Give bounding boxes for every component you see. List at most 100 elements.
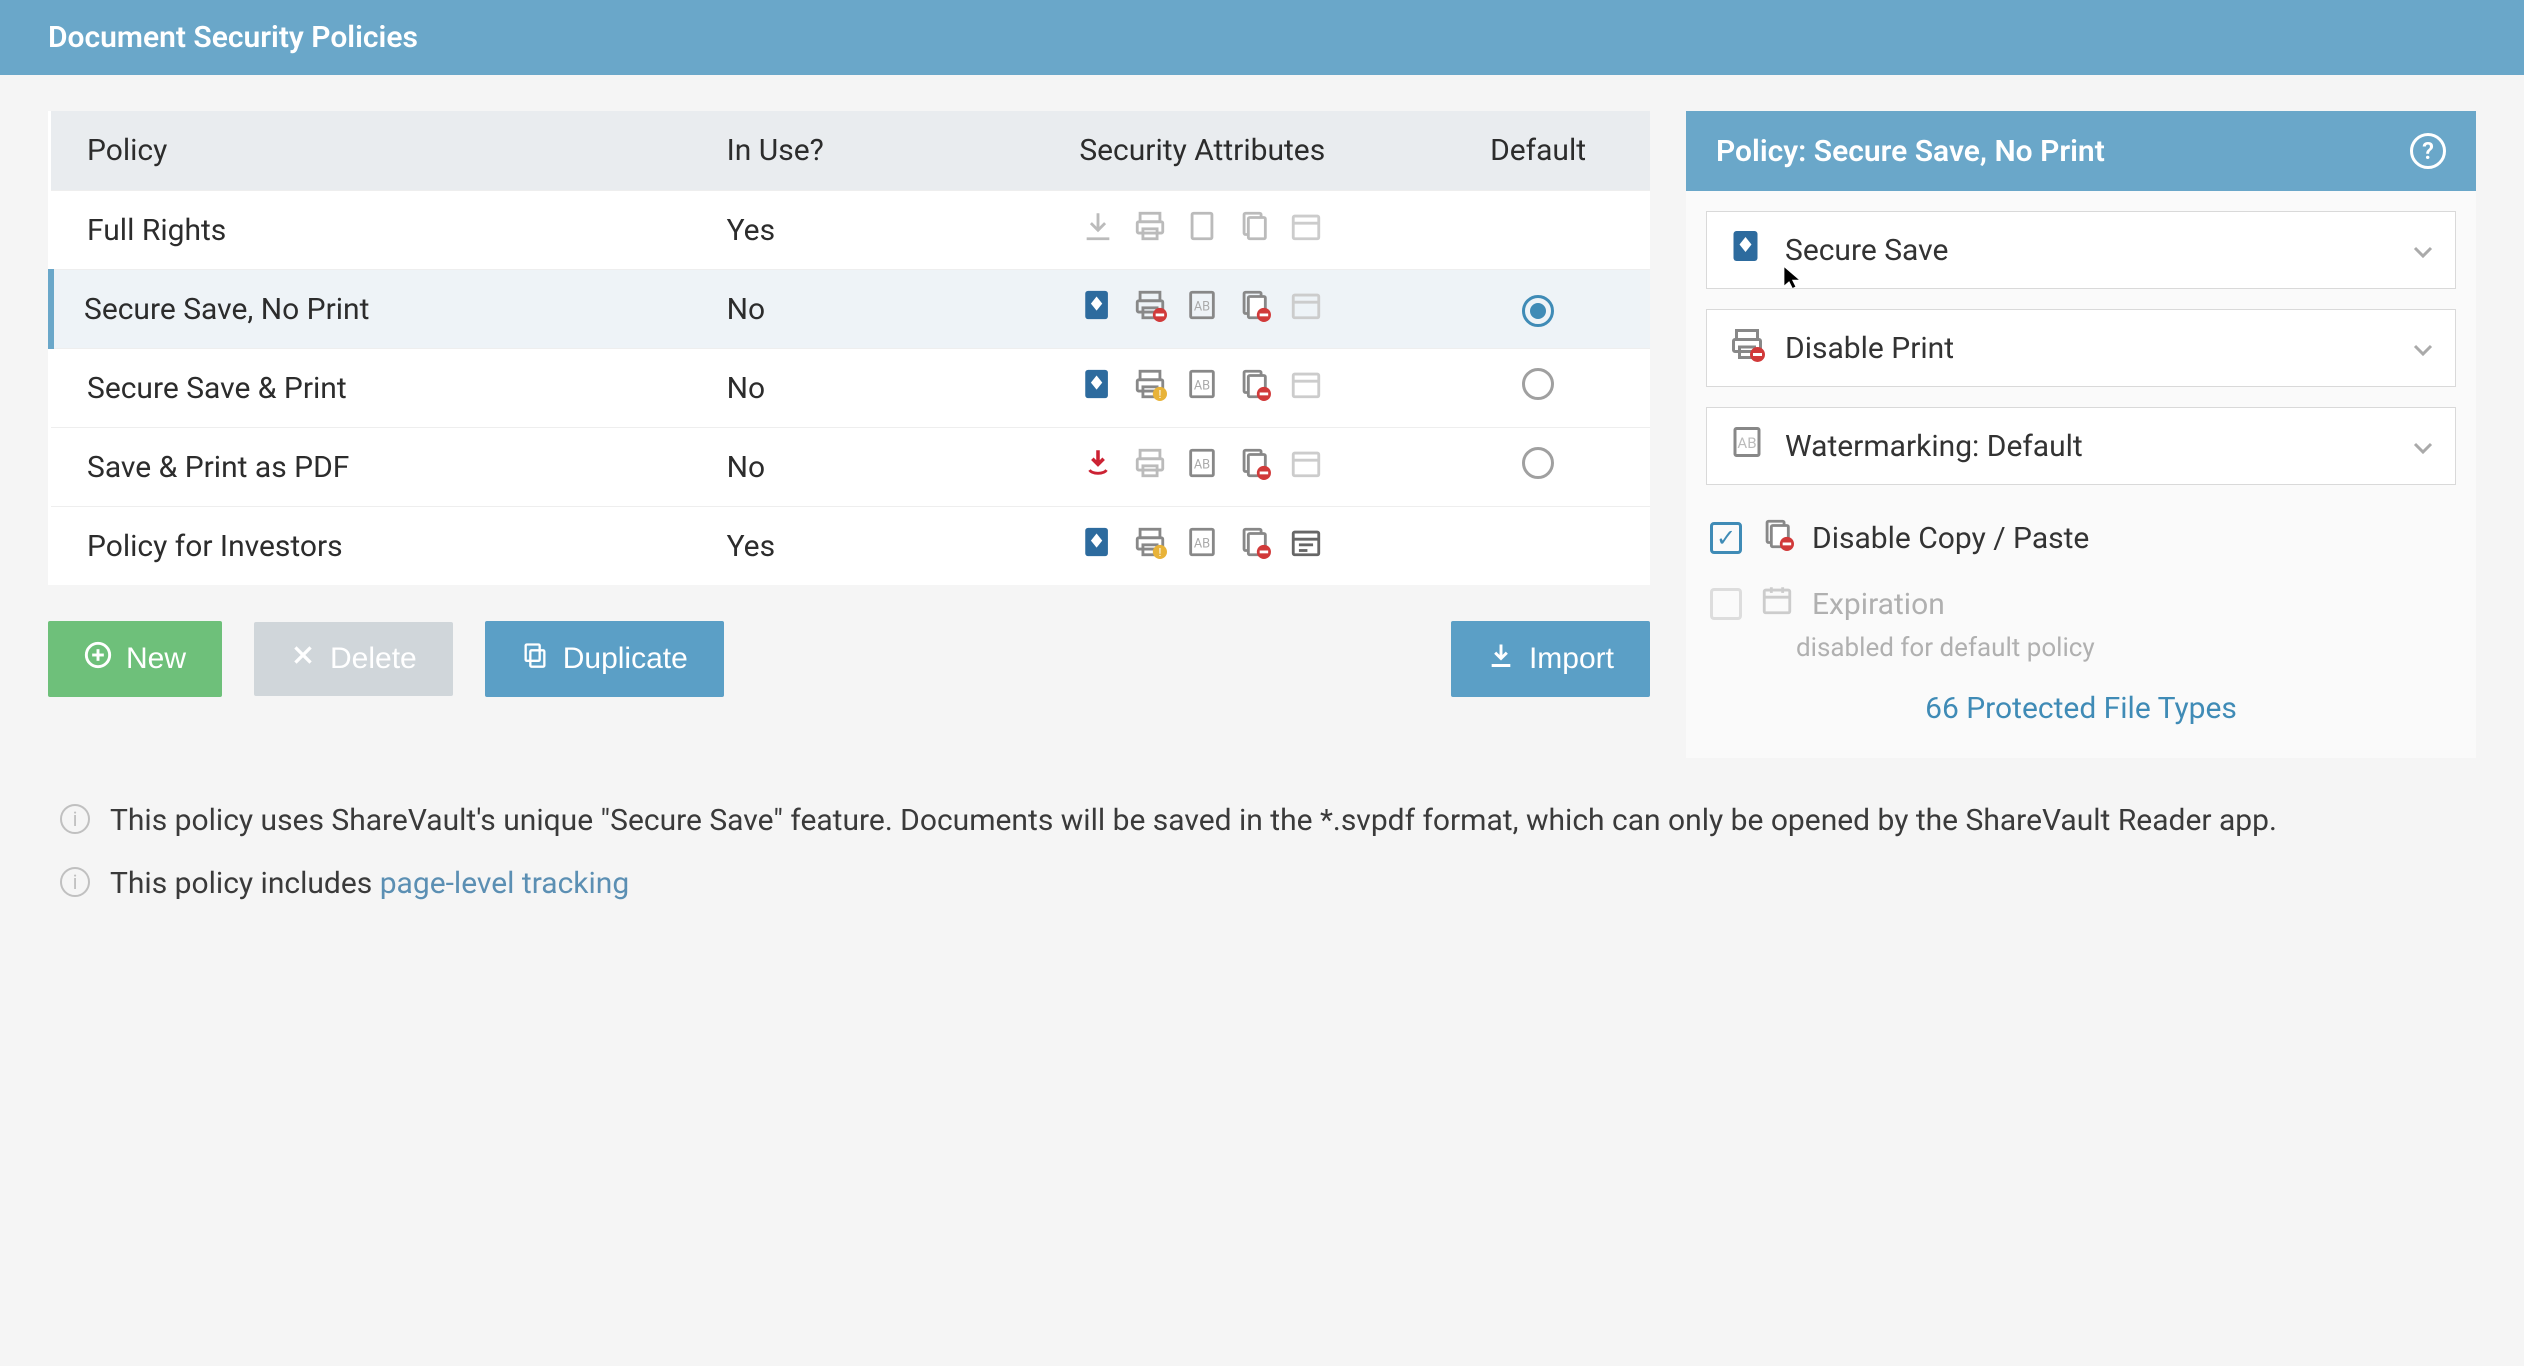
detail-header: Policy: Secure Save, No Print ? <box>1686 111 2476 191</box>
policy-name-cell: Save & Print as PDF <box>51 428 691 507</box>
expiration-label: Expiration <box>1812 587 1945 622</box>
table-row[interactable]: Secure Save, No PrintNo AB <box>51 270 1650 349</box>
chevron-down-icon <box>2413 233 2433 268</box>
radio-selected-icon[interactable] <box>1522 295 1554 327</box>
default-cell[interactable] <box>1426 428 1650 507</box>
copy-disabled-icon <box>1237 525 1271 567</box>
inuse-cell: No <box>691 428 979 507</box>
security-attr-cell <box>978 191 1426 270</box>
import-button[interactable]: Import <box>1451 621 1650 697</box>
delete-button[interactable]: Delete <box>254 622 453 696</box>
default-cell[interactable] <box>1426 507 1650 586</box>
default-cell[interactable] <box>1426 270 1650 349</box>
secure-save-icon <box>1729 228 1765 272</box>
info-icon: i <box>60 867 90 897</box>
new-button-label: New <box>126 642 186 676</box>
print-warn-icon: ! <box>1133 367 1167 409</box>
security-attr-cell: ! AB <box>978 349 1426 428</box>
col-header-attr: Security Attributes <box>978 111 1426 191</box>
svg-text:!: ! <box>1159 545 1162 559</box>
checkbox-checked-icon[interactable]: ✓ <box>1710 522 1742 554</box>
disable-copy-paste-row[interactable]: ✓ Disable Copy / Paste <box>1706 505 2456 571</box>
secure-save-setting[interactable]: Secure Save <box>1706 211 2456 289</box>
watermark-icon: AB <box>1185 288 1219 330</box>
default-cell[interactable] <box>1426 191 1650 270</box>
page-title-bar: Document Security Policies <box>0 0 2524 75</box>
page-root: Document Security Policies Policy In Use… <box>0 0 2524 1366</box>
page-gray-icon <box>1185 209 1219 251</box>
duplicate-button[interactable]: Duplicate <box>485 621 724 697</box>
inuse-cell: No <box>691 270 979 349</box>
info-icon: i <box>60 804 90 834</box>
svg-text:AB: AB <box>1194 537 1210 552</box>
detail-panel: Secure Save Disable Print AB Watermarkin… <box>1686 191 2476 758</box>
table-row[interactable]: Secure Save & PrintNo! AB <box>51 349 1650 428</box>
plus-icon <box>84 641 112 677</box>
secure-save-icon <box>1081 367 1115 409</box>
policy-name-cell: Secure Save, No Print <box>51 270 691 349</box>
info-text-1: This policy uses ShareVault's unique "Se… <box>110 798 2277 843</box>
table-row[interactable]: Save & Print as PDFNo AB <box>51 428 1650 507</box>
info-text-2: This policy includes page-level tracking <box>110 861 629 906</box>
inuse-cell: No <box>691 349 979 428</box>
button-row: New Delete Duplicate Import <box>48 621 1650 697</box>
expiration-row: Expiration <box>1706 571 2456 637</box>
watermark-setting[interactable]: AB Watermarking: Default <box>1706 407 2456 485</box>
import-button-label: Import <box>1529 642 1614 676</box>
svg-text:AB: AB <box>1194 300 1210 315</box>
security-attr-cell: AB <box>978 428 1426 507</box>
info-line-2: i This policy includes page-level tracki… <box>60 861 2464 906</box>
policy-name-cell: Secure Save & Print <box>51 349 691 428</box>
inuse-cell: Yes <box>691 507 979 586</box>
protected-file-types-link[interactable]: 66 Protected File Types <box>1706 663 2456 738</box>
svg-text:AB: AB <box>1194 458 1210 473</box>
copy-disabled-icon <box>1237 367 1271 409</box>
calendar-active-icon <box>1289 525 1323 567</box>
calendar-gray-icon <box>1289 288 1323 330</box>
calendar-gray-icon <box>1289 446 1323 488</box>
help-icon[interactable]: ? <box>2410 133 2446 169</box>
watermark-icon: AB <box>1729 424 1765 468</box>
table-row[interactable]: Policy for InvestorsYes! AB <box>51 507 1650 586</box>
pdf-down-icon <box>1081 446 1115 488</box>
security-attr-cell: ! AB <box>978 507 1426 586</box>
copy-disabled-icon <box>1760 517 1794 559</box>
default-cell[interactable] <box>1426 349 1650 428</box>
info-text-2-pre: This policy includes <box>110 866 380 901</box>
detail-title: Policy: Secure Save, No Print <box>1716 134 2105 169</box>
copy-disabled-icon <box>1237 446 1271 488</box>
download-gray-icon <box>1081 209 1115 251</box>
watermark-icon: AB <box>1185 446 1219 488</box>
radio-unselected-icon[interactable] <box>1522 447 1554 479</box>
policy-name-cell: Policy for Investors <box>51 507 691 586</box>
chevron-down-icon <box>2413 331 2433 366</box>
watermark-icon: AB <box>1185 367 1219 409</box>
page-level-tracking-link[interactable]: page-level tracking <box>380 866 630 901</box>
checkbox-unchecked-icon <box>1710 588 1742 620</box>
copy-disabled-icon <box>1237 288 1271 330</box>
secure-save-icon <box>1081 525 1115 567</box>
radio-unselected-icon[interactable] <box>1522 368 1554 400</box>
new-button[interactable]: New <box>48 621 222 697</box>
svg-text:AB: AB <box>1194 379 1210 394</box>
secure-save-label: Secure Save <box>1785 233 1948 268</box>
duplicate-button-label: Duplicate <box>563 642 688 676</box>
expiration-note: disabled for default policy <box>1796 633 2456 663</box>
print-disabled-icon <box>1133 288 1167 330</box>
disable-print-setting[interactable]: Disable Print <box>1706 309 2456 387</box>
duplicate-icon <box>521 641 549 677</box>
info-area: i This policy uses ShareVault's unique "… <box>0 786 2524 964</box>
security-attr-cell: AB <box>978 270 1426 349</box>
copy-gray-icon <box>1237 209 1271 251</box>
watermark-label: Watermarking: Default <box>1785 429 2083 464</box>
table-row[interactable]: Full RightsYes <box>51 191 1650 270</box>
main-area: Policy In Use? Security Attributes Defau… <box>0 75 2524 786</box>
col-header-inuse: In Use? <box>691 111 979 191</box>
info-line-1: i This policy uses ShareVault's unique "… <box>60 798 2464 843</box>
print-warn-icon: ! <box>1133 525 1167 567</box>
secure-save-icon <box>1081 288 1115 330</box>
print-disabled-icon <box>1729 326 1765 370</box>
svg-text:AB: AB <box>1737 434 1756 452</box>
svg-text:!: ! <box>1159 387 1162 401</box>
policy-name-cell: Full Rights <box>51 191 691 270</box>
